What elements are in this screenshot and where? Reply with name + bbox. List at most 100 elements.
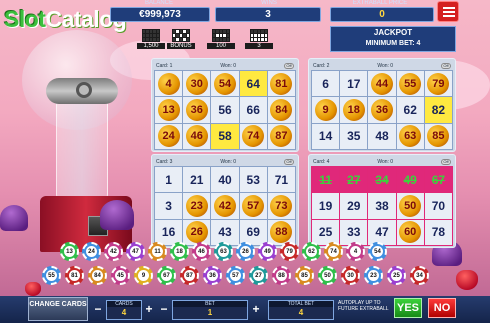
- pattern-cell: [216, 34, 219, 37]
- pattern-cell: [226, 38, 229, 41]
- pattern-cell: [173, 38, 176, 41]
- ball-number: 18: [174, 246, 185, 257]
- bet-plus-button[interactable]: +: [250, 302, 262, 316]
- card-number: 30: [185, 72, 208, 95]
- card-grid: 11 27 34 49 67 19 29 38 50 70 25 33 47 60 78: [311, 166, 453, 246]
- card-toggle[interactable]: Off: [284, 62, 294, 69]
- card-won: Won: 0: [220, 62, 237, 69]
- card-number: 64: [246, 76, 260, 91]
- card-cell: 87: [267, 123, 295, 149]
- ball-number: 9: [138, 270, 149, 281]
- card-cell: 84: [267, 97, 295, 123]
- gumball-machine-tube: [56, 90, 108, 202]
- card-number: 38: [375, 198, 389, 213]
- card-cell: 47: [368, 219, 396, 245]
- drawn-ball: 85: [295, 266, 314, 285]
- ball-number: 47: [130, 246, 141, 257]
- bingo-card[interactable]: Card: 3 Won: 0 Off 1 21 40 53 71 3 23 42 57 73 16 26 43…: [151, 154, 299, 248]
- pattern-cell: [257, 30, 261, 33]
- drawn-ball: 27: [249, 266, 268, 285]
- drawn-ball: 81: [65, 266, 84, 285]
- card-grid: 6 17 44 55 79 9 18 36 62 82 14 35 48 63 85: [311, 70, 453, 150]
- balance-label: BALANCE: [144, 0, 173, 6]
- pattern-cell: [186, 34, 189, 37]
- minimum-bet-text: MINIMUM BET: 4: [365, 40, 421, 47]
- pattern-cell: [257, 38, 261, 41]
- pattern-cell: [186, 30, 189, 33]
- drawn-ball: 34: [410, 266, 429, 285]
- card-cell: 42: [211, 193, 239, 219]
- card-cell: 64: [239, 71, 267, 97]
- card-label: Card: 4: [313, 158, 330, 165]
- no-button[interactable]: NO: [428, 298, 456, 318]
- change-cards-button[interactable]: CHANGE CARDS: [28, 297, 88, 321]
- pattern-cell: [146, 38, 149, 41]
- drawn-ball: 23: [364, 266, 383, 285]
- card-toggle[interactable]: Off: [441, 158, 451, 165]
- card-number: 3: [165, 198, 172, 213]
- card-number: 14: [318, 129, 333, 144]
- card-grid: 1 21 40 53 71 3 23 42 57 73 16 26 43 69 88: [154, 166, 296, 246]
- pattern-cell: [219, 38, 223, 41]
- card-number: 78: [431, 225, 446, 240]
- card-cell: 57: [239, 193, 267, 219]
- pattern-grid: [142, 29, 160, 42]
- card-cell: 6: [312, 71, 340, 97]
- bingo-card[interactable]: Card: 1 Won: 0 Off 4 30 54 64 81 13 36 56 66 84 24 46 5…: [151, 58, 299, 152]
- drawn-ball: 25: [387, 266, 406, 285]
- strawberry-icon: [25, 282, 41, 296]
- card-toggle[interactable]: Off: [284, 158, 294, 165]
- card-cell: 21: [183, 167, 211, 193]
- balance-value: €999,973: [139, 9, 181, 20]
- card-cell: 40: [211, 167, 239, 193]
- cards-minus-button[interactable]: −: [92, 302, 104, 316]
- bet-minus-button[interactable]: −: [158, 302, 170, 316]
- card-number: 9: [314, 98, 337, 121]
- bingo-card[interactable]: Card: 4 Won: 0 Off 11 27 34 49 67 19 29 38 50 70 25 33…: [308, 154, 456, 248]
- card-number: 73: [270, 194, 293, 217]
- pattern-cell: [264, 34, 267, 37]
- drawn-ball: 11: [148, 242, 167, 261]
- card-cell: 67: [424, 167, 452, 193]
- card-number: 84: [270, 98, 293, 121]
- card-cell: 4: [155, 71, 183, 97]
- card-cell: 70: [424, 193, 452, 219]
- drawn-ball: 4: [346, 242, 365, 261]
- card-cell: 36: [183, 97, 211, 123]
- drawn-ball: 50: [318, 266, 337, 285]
- card-cell: 38: [368, 193, 396, 219]
- pattern-cell: [173, 34, 176, 37]
- pattern-cell: [213, 38, 216, 41]
- card-cell: 46: [183, 123, 211, 149]
- ball-number: 54: [372, 246, 383, 257]
- drawn-ball: 26: [236, 242, 255, 261]
- drawn-ball: 57: [226, 266, 245, 285]
- drawn-ball: 54: [368, 242, 387, 261]
- pattern-cell: [251, 34, 254, 37]
- pattern-cell: [179, 34, 183, 37]
- extraball-price-label: EXTRABALL PRICE: [352, 0, 408, 6]
- ball-number: 81: [69, 270, 80, 281]
- card-cell: 58: [211, 123, 239, 149]
- hamburger-icon: [443, 11, 455, 13]
- menu-button[interactable]: [437, 1, 459, 22]
- bingo-card[interactable]: Card: 2 Won: 0 Off 6 17 44 55 79 9 18 36 62 82 14 35 48…: [308, 58, 456, 152]
- ball-number: 25: [391, 270, 402, 281]
- card-cell: 23: [183, 193, 211, 219]
- yes-button[interactable]: YES: [394, 298, 422, 318]
- card-number: 43: [218, 225, 232, 240]
- card-won: Won: 0: [220, 158, 237, 165]
- card-cell: 19: [312, 193, 340, 219]
- drawn-ball: 79: [280, 242, 299, 261]
- pattern-cell: [254, 30, 257, 33]
- card-cell: 26: [183, 219, 211, 245]
- ball-number: 45: [115, 270, 126, 281]
- card-cell: 53: [239, 167, 267, 193]
- card-number: 23: [185, 194, 208, 217]
- drawn-ball: 47: [126, 242, 145, 261]
- cards-plus-button[interactable]: +: [143, 302, 155, 316]
- card-number: 60: [399, 221, 422, 244]
- total-bet-value: 4: [298, 308, 304, 317]
- card-cell: 74: [239, 123, 267, 149]
- card-toggle[interactable]: Off: [441, 62, 451, 69]
